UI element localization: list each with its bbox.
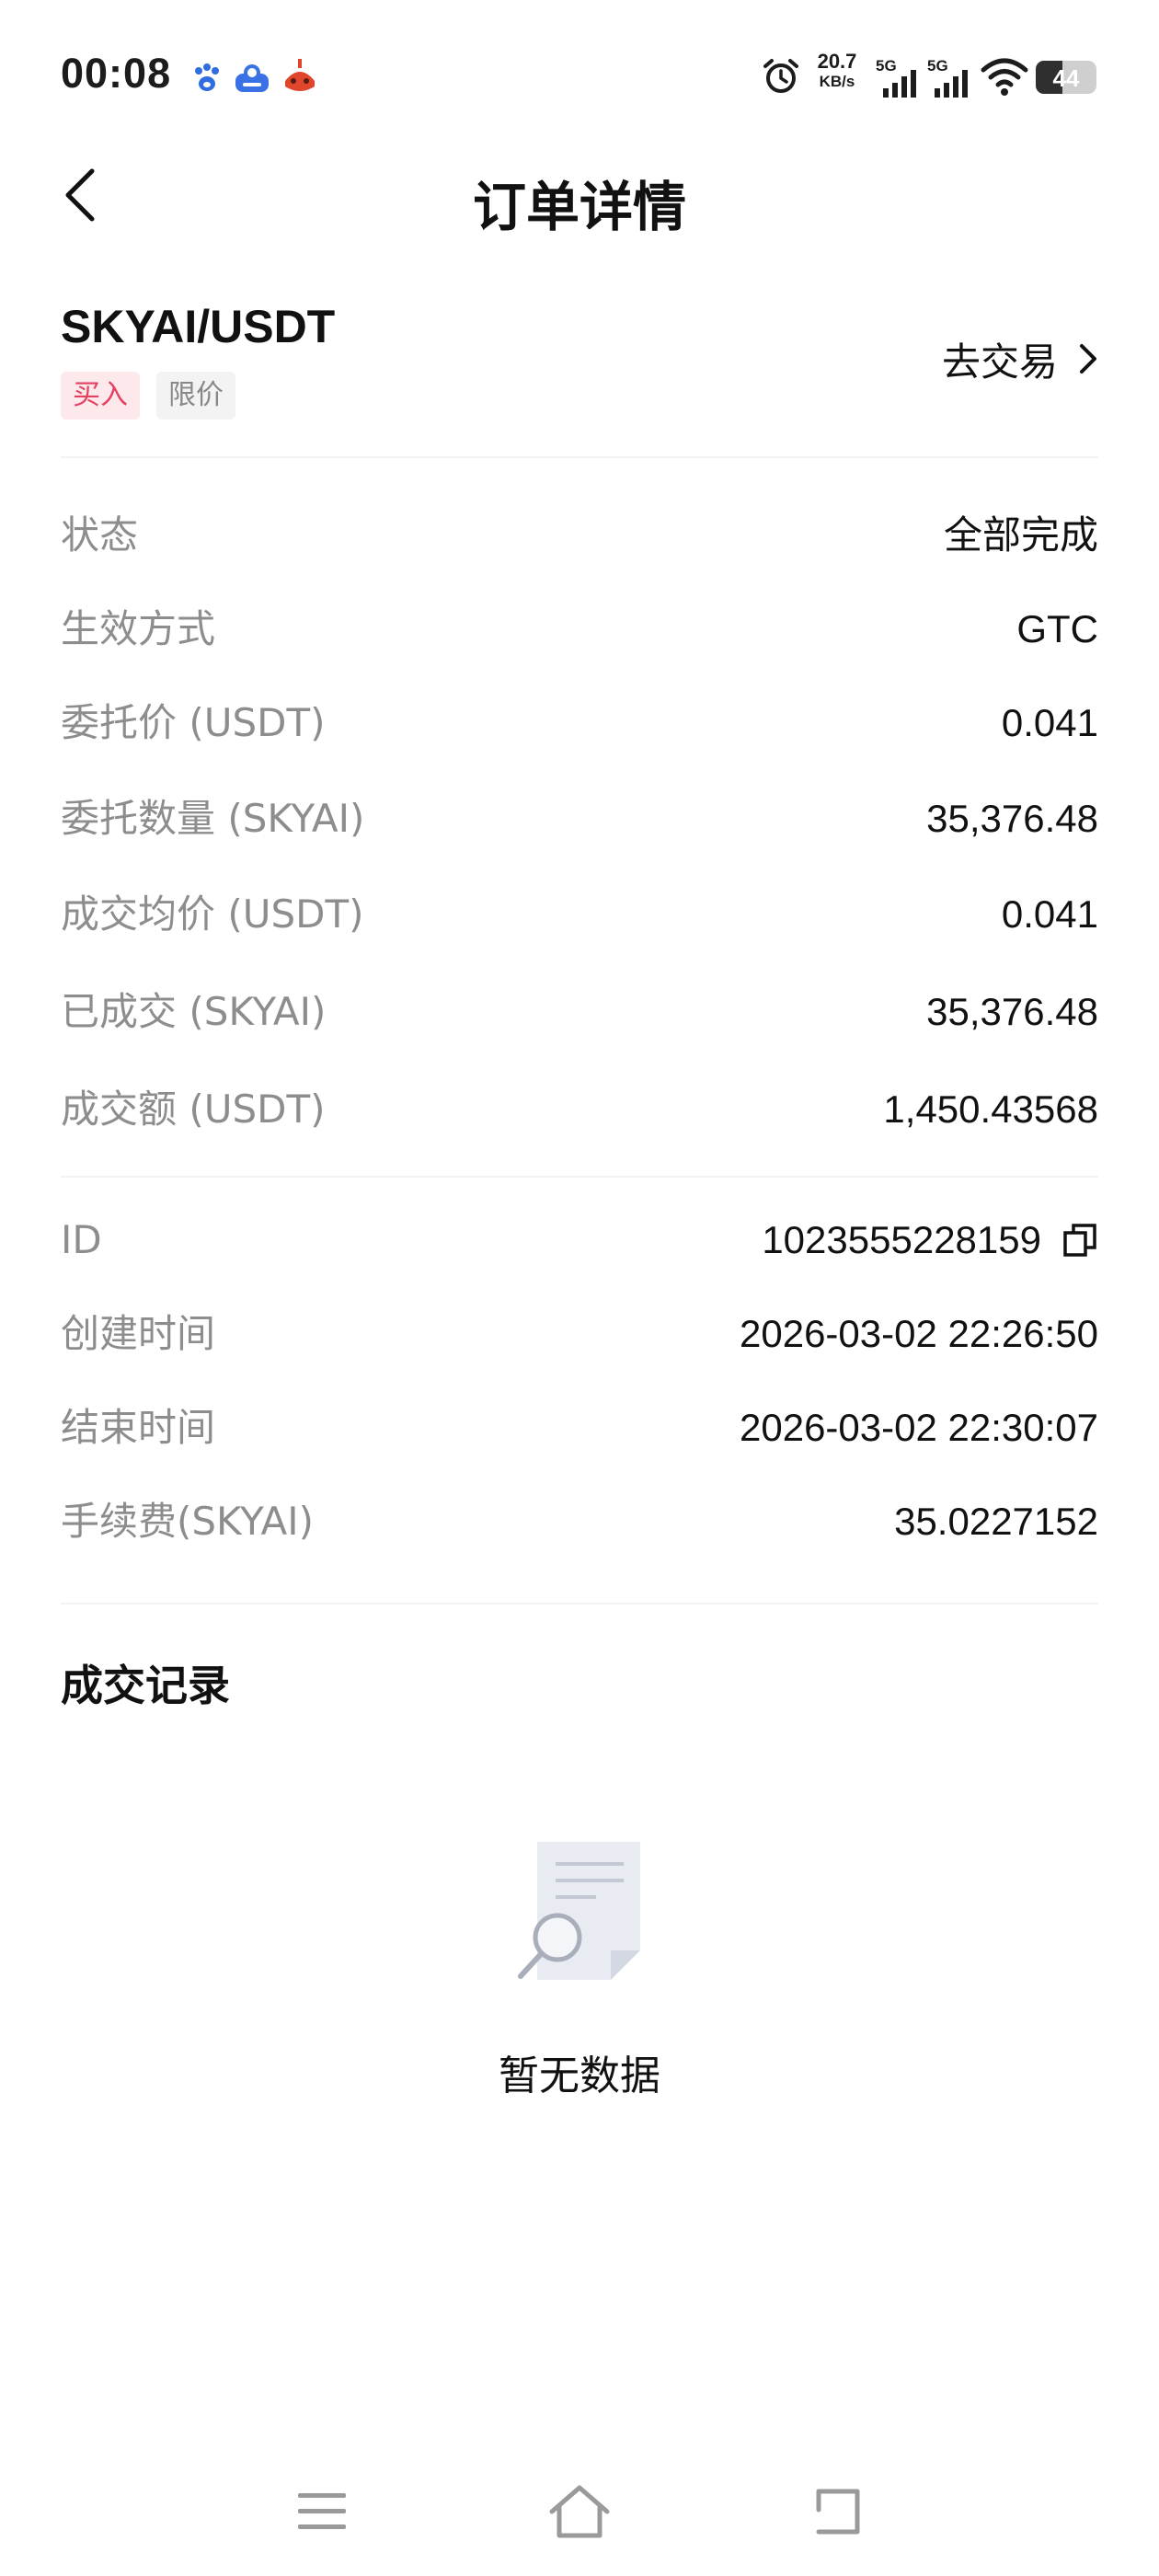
baidu-netdisk-icon: [235, 64, 269, 92]
detail-label: 成交额 (USDT): [61, 1087, 326, 1132]
order-type-badge: 限价: [156, 372, 235, 420]
detail-value: 35.0227152: [894, 1500, 1098, 1543]
detail-row-order-amount: 委托数量 (SKYAI) 35,376.48: [61, 791, 1098, 846]
detail-value: 0.041: [1001, 701, 1098, 744]
detail-value: 0.041: [1001, 892, 1098, 936]
side-badge: 买入: [61, 372, 140, 420]
page-title: 订单详情: [472, 176, 686, 238]
detail-row-fee: 手续费(SKYAI) 35.0227152: [61, 1494, 1098, 1549]
order-id: 1023555228159: [762, 1218, 1041, 1261]
detail-label: ID: [61, 1217, 102, 1262]
home-icon: [549, 2485, 610, 2538]
detail-row-id: ID 1023555228159: [61, 1213, 1098, 1268]
go-trade-button[interactable]: 去交易: [942, 331, 1098, 386]
detail-value: 35,376.48: [926, 797, 1098, 840]
copy-icon[interactable]: [1061, 1222, 1098, 1259]
detail-value: 2026-03-02 22:30:07: [740, 1406, 1098, 1449]
network-speed: 20.7 KB/s: [817, 50, 857, 90]
detail-row-avg-price: 成交均价 (USDT) 0.041: [61, 887, 1098, 942]
detail-row-turnover: 成交额 (USDT) 1,450.43568: [61, 1082, 1098, 1137]
red-app-icon: [285, 59, 315, 91]
status-bar: 00:08 20.7 KB/s 5G 5G 44: [0, 0, 1159, 156]
detail-label: 手续费(SKYAI): [61, 1499, 314, 1544]
wifi-icon: [981, 58, 1028, 96]
detail-label: 委托数量 (SKYAI): [61, 796, 365, 841]
return-icon: [816, 2489, 860, 2535]
detail-label: 状态: [61, 512, 139, 558]
baidu-icon: [195, 63, 219, 91]
back-nav-button[interactable]: [806, 2482, 872, 2541]
status-time: 00:08: [61, 50, 172, 97]
empty-state-text: 暂无数据: [499, 2053, 660, 2099]
divider: [61, 1176, 1098, 1178]
detail-value: 全部完成: [943, 512, 1098, 558]
detail-value: GTC: [1016, 607, 1098, 650]
trade-records-title: 成交记录: [61, 1661, 230, 1710]
detail-label: 创建时间: [61, 1311, 216, 1356]
detail-row-created-time: 创建时间 2026-03-02 22:26:50: [61, 1306, 1098, 1362]
detail-label: 结束时间: [61, 1405, 216, 1450]
detail-value: 1,450.43568: [883, 1087, 1098, 1131]
detail-row-status: 状态 全部完成: [61, 508, 1098, 563]
order-id-value: 1023555228159: [762, 1213, 1098, 1268]
detail-label: 成交均价 (USDT): [61, 891, 364, 937]
battery-indicator: 44: [1036, 61, 1096, 94]
divider: [61, 456, 1098, 458]
home-button[interactable]: [546, 2482, 613, 2541]
detail-label: 委托价 (USDT): [61, 700, 326, 745]
detail-value: 2026-03-02 22:26:50: [740, 1312, 1098, 1355]
detail-value: 35,376.48: [926, 990, 1098, 1033]
signal-5g-icon: 5G: [927, 53, 971, 99]
trading-pair: SKYAI/USDT: [61, 301, 336, 352]
chevron-right-icon: [1080, 344, 1096, 374]
alarm-icon: [763, 59, 798, 93]
detail-row-filled: 已成交 (SKYAI) 35,376.48: [61, 984, 1098, 1040]
divider: [61, 1603, 1098, 1604]
menu-button[interactable]: [291, 2482, 357, 2541]
detail-row-time-in-force: 生效方式 GTC: [61, 602, 1098, 657]
detail-row-order-price: 委托价 (USDT) 0.041: [61, 696, 1098, 751]
empty-document-icon: [518, 1842, 640, 1980]
signal-5g-icon: 5G: [876, 53, 920, 99]
go-trade-label: 去交易: [941, 339, 1058, 385]
menu-icon: [298, 2493, 346, 2529]
detail-label: 已成交 (SKYAI): [61, 989, 327, 1034]
detail-row-end-time: 结束时间 2026-03-02 22:30:07: [61, 1400, 1098, 1455]
detail-label: 生效方式: [61, 606, 216, 651]
